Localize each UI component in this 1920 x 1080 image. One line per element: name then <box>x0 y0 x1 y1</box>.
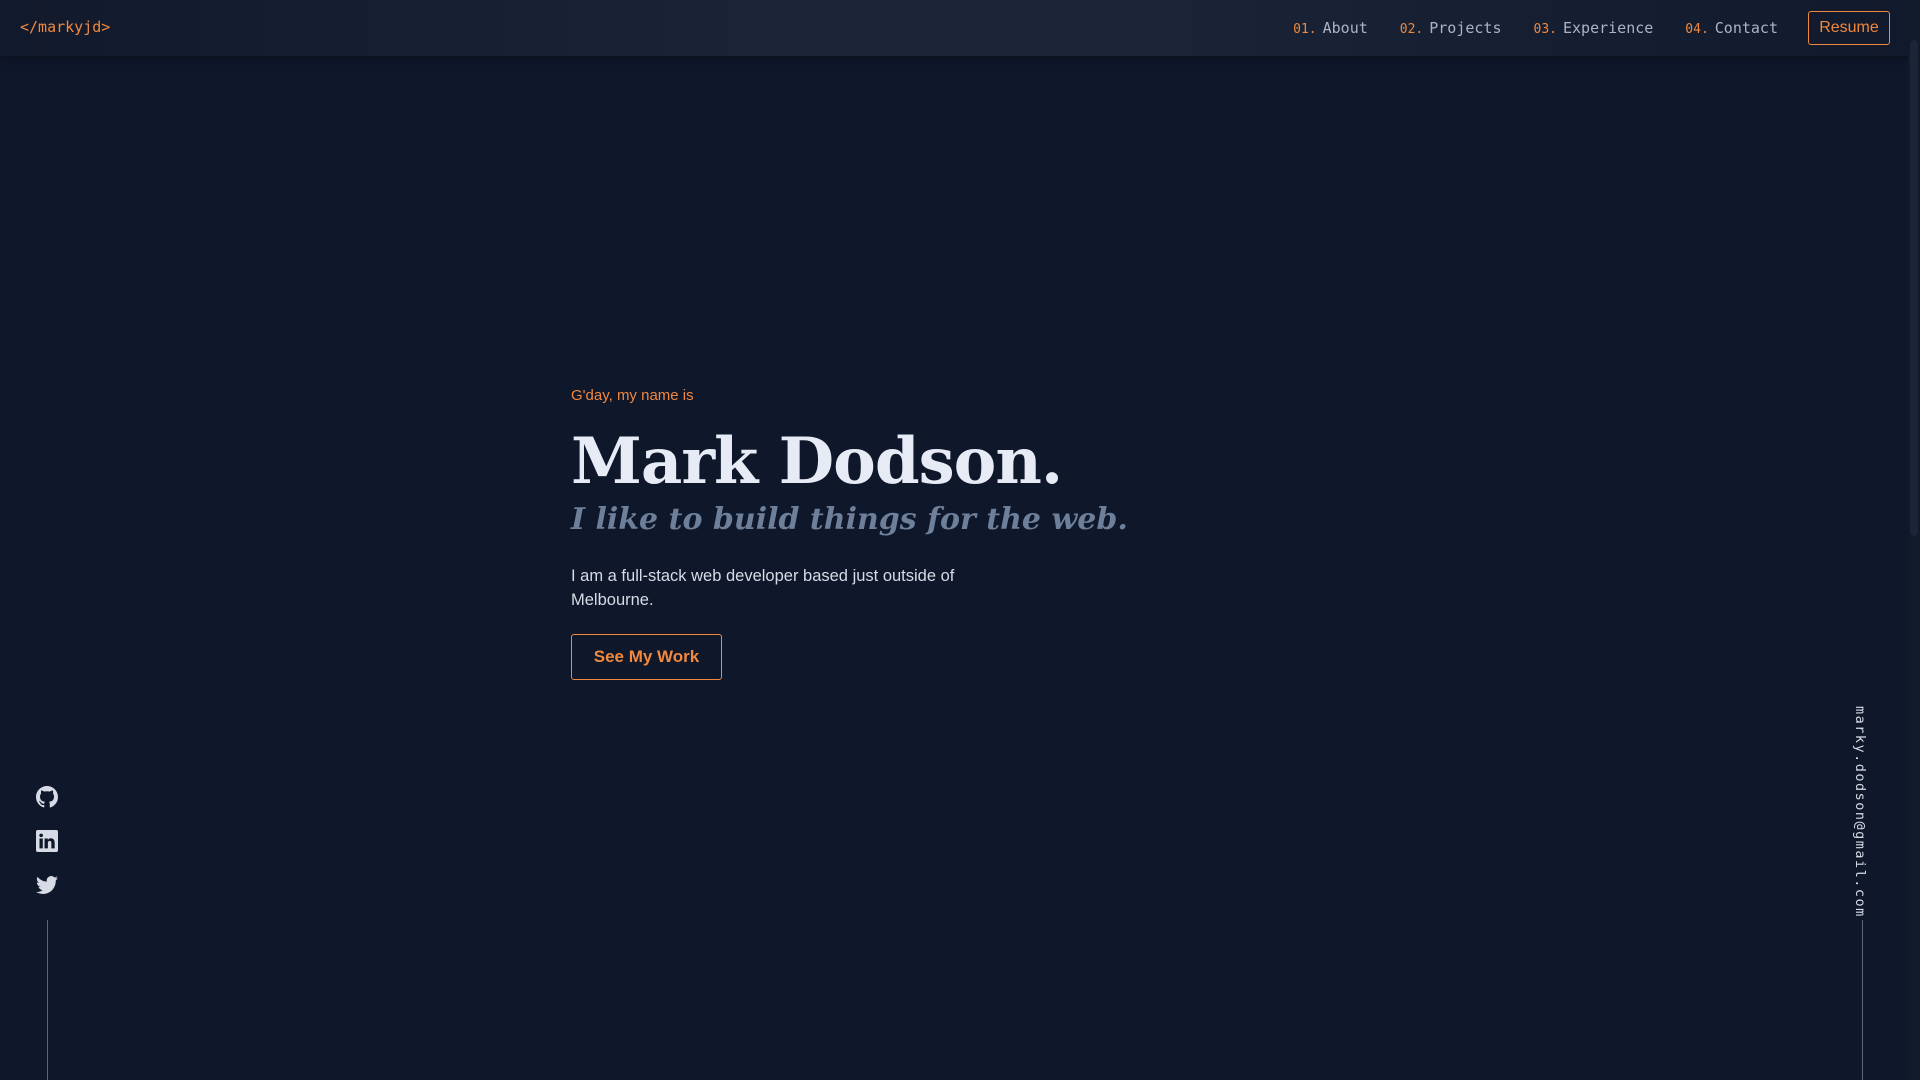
site-logo[interactable]: </markyjd> <box>20 18 110 36</box>
hero-name: Mark Dodson. <box>571 424 1063 499</box>
email-link[interactable]: marky.dodson@gmail.com <box>1852 706 1868 918</box>
github-icon <box>36 786 58 808</box>
nav-link-label: Experience <box>1562 19 1654 37</box>
nav-link-contact[interactable]: 04. Contact <box>1685 19 1778 37</box>
nav-link-number: 03. <box>1533 22 1557 37</box>
nav-link-projects[interactable]: 02. Projects <box>1400 19 1502 37</box>
linkedin-link[interactable] <box>36 830 58 852</box>
linkedin-icon <box>36 830 58 852</box>
left-divider-line <box>47 920 48 1080</box>
nav-link-label: Projects <box>1429 19 1502 37</box>
see-my-work-button[interactable]: See My Work <box>571 634 722 681</box>
scrollbar[interactable] <box>1908 0 1920 1080</box>
nav-link-label: About <box>1322 19 1368 37</box>
hero-bio: I am a full-stack web developer based ju… <box>571 567 955 610</box>
social-links <box>36 786 58 896</box>
hero-greeting: G'day, my name is <box>571 387 694 404</box>
hero-tagline: I like to build things for the web. <box>571 502 1128 538</box>
github-link[interactable] <box>36 786 58 808</box>
right-divider-line <box>1862 920 1863 1080</box>
top-navbar: </markyjd> 01. About 02. Projects 03. Exper… <box>0 0 1920 56</box>
nav-link-number: 02. <box>1399 22 1424 37</box>
nav-link-experience[interactable]: 03. Experience <box>1534 19 1654 37</box>
twitter-link[interactable] <box>36 874 58 896</box>
nav-link-number: 01. <box>1293 22 1317 37</box>
nav-link-about[interactable]: 01. About <box>1293 19 1368 37</box>
resume-button[interactable]: Resume <box>1808 11 1890 45</box>
nav-link-number: 04. <box>1685 22 1709 37</box>
nav-links: 01. About 02. Projects 03. Experience 04. Co… <box>1293 19 1778 37</box>
scrollbar-thumb[interactable] <box>1910 40 1918 536</box>
hero-section: G'day, my name is Mark Dodson. I like to… <box>571 387 1271 681</box>
nav-link-label: Contact <box>1714 19 1778 37</box>
twitter-icon <box>36 876 58 894</box>
